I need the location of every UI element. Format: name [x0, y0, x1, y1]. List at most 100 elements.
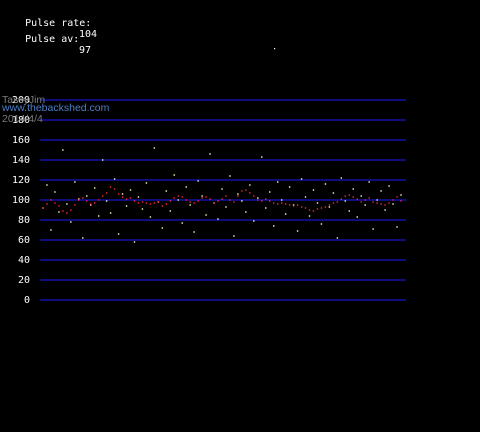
pulse-average-point: [225, 195, 227, 197]
pulse-rate-point: [304, 196, 307, 198]
pulse-rate-point: [332, 192, 335, 194]
pulse-rate-point: [153, 147, 156, 149]
pulse-rate-point: [149, 216, 152, 218]
pulse-rate-point: [209, 153, 211, 155]
y-axis-tick-labels: 200180160140120100806040200: [12, 95, 30, 306]
pulse-average-point: [344, 195, 347, 197]
pulse-rate-point: [288, 186, 291, 188]
pulse-average-point: [364, 199, 366, 201]
pulse-average-point: [253, 195, 255, 197]
pulse-rate-point: [94, 187, 96, 189]
y-tick-label-20: 20: [18, 275, 30, 286]
pulse-average-point: [62, 210, 64, 212]
pulse-rate-point: [50, 229, 52, 231]
pulse-average-point: [245, 189, 247, 191]
pulse-average-point: [42, 207, 44, 209]
pulse-rate-point: [177, 199, 179, 201]
pulse-average-point: [273, 202, 275, 204]
pulse-average-point: [368, 197, 370, 199]
pulse-rate-point: [205, 214, 207, 216]
pulse-average-point: [300, 206, 303, 208]
pulse-average-point: [396, 196, 398, 198]
pulse-rate-point: [86, 195, 88, 197]
pulse-average-point: [265, 198, 267, 200]
pulse-rate-point: [316, 202, 319, 204]
pulse-average-point: [46, 203, 48, 205]
pulse-average-point: [276, 203, 279, 205]
pulse-rate-point: [201, 195, 203, 197]
pulse-rate-point: [74, 181, 76, 183]
pulse-average-point: [320, 207, 323, 209]
pulse-rate-point: [265, 207, 267, 209]
pulse-rate-point: [396, 226, 398, 228]
pulse-average-point: [213, 202, 215, 204]
pulse-rate-point: [388, 185, 390, 187]
pulse-rate-point: [189, 204, 191, 206]
pulse-average-point: [66, 212, 68, 214]
pulse-average-point: [340, 198, 343, 200]
pulse-average-point: [312, 210, 315, 212]
pulse-average-point: [233, 201, 235, 203]
pulse-average-point: [185, 199, 187, 201]
pulse-rate-point: [241, 200, 243, 202]
pulse-average-point: [249, 192, 251, 194]
pulse-average-point: [90, 203, 92, 205]
pulse-rate-point: [308, 215, 311, 217]
pulse-average-point: [308, 209, 311, 211]
pulse-rate-point: [368, 181, 370, 183]
pulse-average-point: [165, 203, 168, 205]
pulse-rate-point: [336, 237, 339, 239]
pulse-average-point: [113, 188, 116, 190]
y-tick-label-80: 80: [18, 215, 30, 226]
pulse-rate-point: [97, 215, 100, 217]
pulse-average-point: [193, 202, 195, 204]
pulse-rate-point: [165, 190, 168, 192]
pulse-average-point: [82, 197, 84, 199]
pulse-average-point: [292, 205, 295, 207]
pulse-rate-point: [117, 233, 120, 235]
pulse-average-point: [94, 202, 96, 204]
pulse-rate-point: [217, 218, 219, 220]
pulse-rate-point: [233, 235, 235, 237]
pulse-average-point: [332, 202, 335, 204]
pulse-chart: 200180160140120100806040200: [12, 48, 406, 306]
pulse-average-point: [78, 199, 80, 201]
pulse-average-point: [324, 206, 327, 208]
pulse-rate-point: [54, 191, 56, 193]
pulse-rate-point: [113, 178, 116, 180]
pulse-average-point: [74, 204, 76, 206]
pulse-rate-point: [344, 200, 347, 202]
pulse-rate-point: [193, 231, 195, 233]
pulse-monitor-screen: Pulse rate: 104 Pulse av: 97 200 180 160 14…: [0, 0, 480, 432]
pulse-rate-point: [380, 190, 382, 192]
pulse-rate-point: [269, 191, 271, 193]
pulse-average-point: [145, 202, 148, 204]
pulse-average-point: [161, 205, 164, 207]
pulse-rate-point: [225, 206, 227, 208]
pulse-average-point: [288, 204, 291, 206]
pulse-rate-point: [372, 228, 374, 230]
pulse-rate-point: [58, 211, 60, 213]
pulse-rate-point: [185, 186, 187, 188]
pulse-rate-point: [384, 209, 386, 211]
pulse-rate-point: [276, 181, 279, 183]
grid-lines: [40, 99, 406, 301]
y-tick-label-160: 160: [12, 135, 30, 146]
pulse-rate-point: [169, 210, 171, 212]
pulse-average-point: [336, 201, 339, 203]
pulse-rate-point: [229, 175, 231, 177]
y-tick-label-0: 0: [24, 295, 30, 306]
pulse-average-point: [221, 198, 223, 200]
pulse-average-point: [141, 201, 144, 203]
pulse-average-point: [348, 194, 350, 196]
pulse-rate-point: [328, 206, 331, 208]
y-tick-label-120: 120: [12, 175, 30, 186]
pulse-average-point: [328, 204, 331, 206]
pulse-average-point: [241, 190, 243, 192]
pulse-average-point: [205, 196, 207, 198]
watermark-date: 2014/4/4: [2, 113, 43, 125]
pulse-rate-point: [161, 227, 164, 229]
pulse-average-point: [304, 207, 307, 209]
pulse-rate-point: [70, 221, 72, 223]
pulse-average-point: [237, 195, 239, 197]
